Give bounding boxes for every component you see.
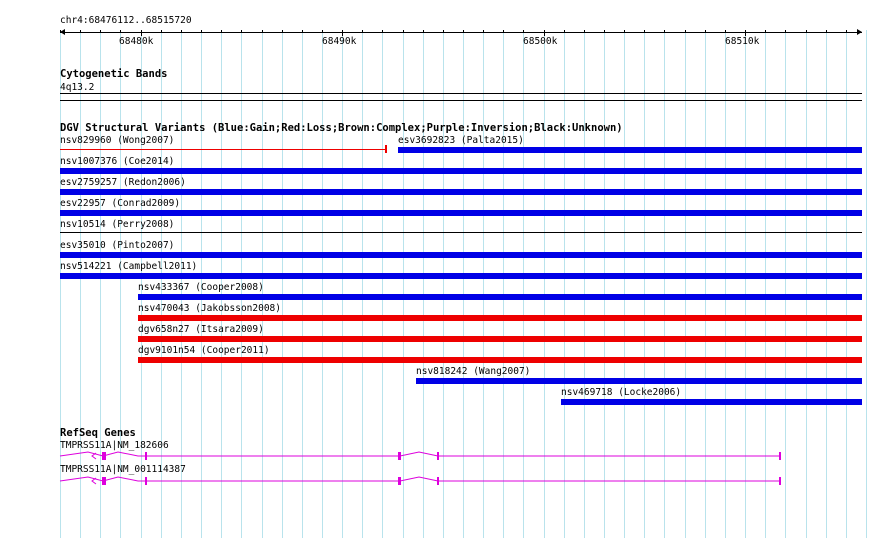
gene-model-nm-001114387[interactable]: [59, 476, 781, 485]
gene-model-nm-182606[interactable]: [59, 451, 781, 460]
gene-models: [59, 451, 781, 485]
genome-browser-view: chr4:68476112..68515720 68480k 68490k 68…: [0, 0, 890, 538]
